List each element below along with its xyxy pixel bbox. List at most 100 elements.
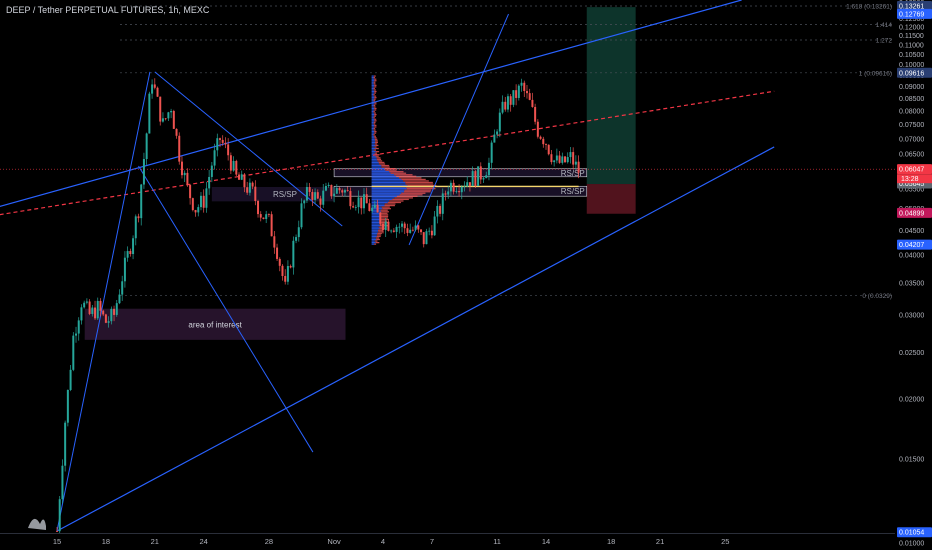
- volume-bar-up: [371, 98, 374, 100]
- candle-body: [172, 111, 175, 129]
- volume-bar-up: [371, 83, 374, 85]
- y-tick-label: 0.01500: [899, 456, 924, 463]
- candle-body: [118, 294, 121, 304]
- volume-bar-up: [371, 84, 375, 86]
- x-tick-label: 11: [493, 537, 501, 546]
- volume-bar-down: [374, 80, 377, 82]
- volume-bar-down: [396, 195, 418, 197]
- candle-body: [379, 212, 382, 224]
- y-tick-label: 0.07000: [899, 136, 924, 143]
- long-stop-zone: [586, 184, 636, 214]
- volume-bar-up: [371, 149, 375, 151]
- candle-body: [123, 257, 126, 282]
- candle-body: [243, 174, 246, 188]
- candle-body: [441, 193, 444, 214]
- candle-body: [330, 184, 333, 197]
- candle-body: [197, 207, 200, 213]
- candle-body: [474, 171, 477, 186]
- candle-body: [265, 214, 268, 219]
- volume-bar-down: [373, 87, 375, 90]
- volume-bar-down: [374, 92, 377, 94]
- volume-bar-down: [376, 157, 381, 159]
- candle-body: [153, 84, 156, 88]
- candle-body: [151, 84, 154, 94]
- candle-body: [525, 91, 528, 94]
- candle-body: [403, 223, 406, 229]
- candle-body: [121, 281, 124, 295]
- volume-bar-up: [371, 181, 406, 184]
- volume-bar-down: [374, 124, 377, 127]
- volume-bar-up: [371, 229, 379, 231]
- volume-bar-up: [371, 234, 377, 236]
- candle-body: [297, 227, 300, 238]
- volume-bar-down: [380, 225, 388, 227]
- volume-bar-down: [373, 129, 376, 131]
- volume-bar-up: [371, 212, 381, 214]
- volume-bar-up: [371, 172, 391, 174]
- volume-bar-up: [371, 152, 375, 154]
- candle-body: [286, 266, 289, 282]
- candle-body: [221, 139, 224, 143]
- volume-bar-up: [371, 228, 380, 230]
- volume-bar-down: [401, 192, 426, 194]
- volume-bar-up: [371, 174, 395, 176]
- candle-body: [262, 217, 265, 219]
- x-tick-label: 28: [265, 537, 273, 546]
- volume-bar-up: [371, 112, 374, 114]
- candle-body: [156, 87, 159, 97]
- candle-body: [498, 112, 501, 132]
- candle-body: [110, 308, 113, 322]
- fib-level-label: 1 (0.09616): [859, 70, 892, 77]
- candle-body: [199, 195, 202, 208]
- candle-body: [349, 191, 352, 207]
- volume-bar-down: [375, 144, 379, 147]
- candle-body: [295, 237, 298, 241]
- candlestick-chart[interactable]: 1.618 (0.13261) 1.414 1.272 1 (0.09616) 0 (0…: [0, 0, 932, 550]
- volume-bar-up: [371, 178, 402, 181]
- volume-bar-up: [371, 90, 375, 93]
- y-tick-label: 0.02000: [899, 397, 924, 404]
- candle-body: [428, 230, 431, 232]
- volume-bar-up: [371, 175, 397, 177]
- candle-body: [292, 240, 295, 268]
- volume-bar-down: [399, 177, 422, 179]
- volume-bar-down: [401, 178, 426, 181]
- candle-body: [384, 221, 387, 231]
- candle-body: [395, 226, 398, 232]
- volume-bar-up: [371, 143, 375, 145]
- candle-body: [248, 182, 251, 193]
- volume-bar-up: [371, 238, 377, 241]
- candle-body: [167, 112, 170, 119]
- candle-body: [213, 150, 216, 166]
- volume-bar-down: [380, 212, 388, 214]
- candle-body: [436, 205, 439, 217]
- candle-body: [572, 152, 575, 165]
- candle-body: [148, 93, 151, 134]
- volume-bar-down: [373, 106, 376, 108]
- zone-label: RS/SP: [273, 190, 297, 199]
- volume-bar-down: [390, 172, 407, 174]
- volume-bar-down: [374, 107, 377, 110]
- candle-body: [425, 231, 428, 245]
- y-tick-label: 0.07500: [899, 122, 924, 129]
- candle-body: [56, 531, 58, 532]
- candle-body: [466, 182, 469, 187]
- candle-body: [360, 197, 363, 209]
- volume-bar-up: [371, 240, 375, 242]
- candle-body: [66, 389, 69, 423]
- volume-bar-down: [403, 180, 429, 182]
- volume-bar-up: [371, 188, 407, 190]
- candle-body: [338, 188, 341, 191]
- volume-bar-down: [380, 217, 388, 219]
- volume-bar-down: [384, 204, 395, 207]
- candle-body: [267, 214, 270, 215]
- candle-body: [420, 229, 423, 233]
- volume-bar-down: [379, 163, 386, 165]
- volume-bar-up: [371, 158, 377, 160]
- candle-body: [569, 152, 572, 158]
- volume-bar-up: [371, 231, 379, 233]
- volume-bar-down: [374, 152, 378, 154]
- candle-body: [254, 186, 257, 201]
- volume-bar-up: [371, 200, 390, 202]
- volume-bar-down: [373, 98, 376, 100]
